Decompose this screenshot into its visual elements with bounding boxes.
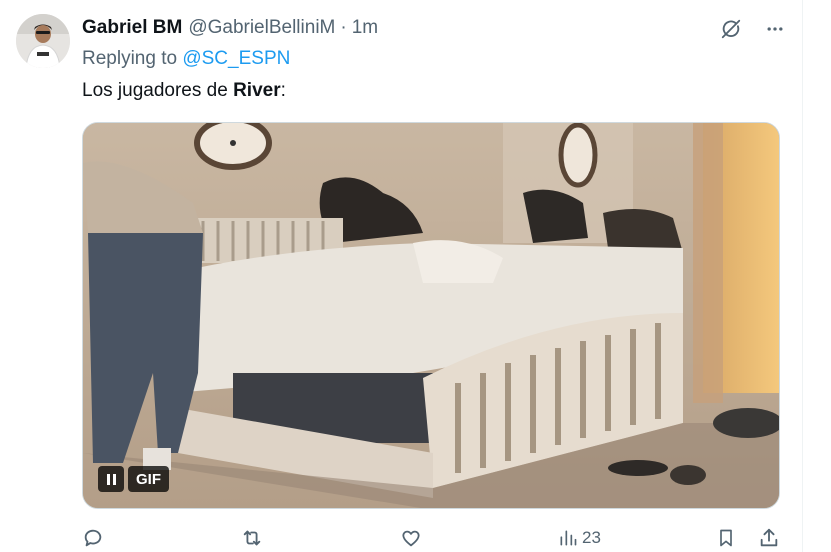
tweet-top-actions	[716, 14, 790, 44]
tweet-text-end: :	[280, 80, 286, 101]
gif-media[interactable]: GIF	[82, 122, 780, 509]
reply-button[interactable]	[82, 527, 104, 549]
replying-to-mention[interactable]: @SC_ESPN	[182, 48, 290, 69]
tweet-text-bold: River	[233, 80, 281, 101]
views-icon	[560, 530, 577, 546]
timestamp[interactable]: 1m	[352, 17, 378, 39]
replying-to: Replying to @SC_ESPN	[82, 48, 290, 70]
avatar-image	[16, 14, 70, 68]
share-icon	[760, 528, 778, 547]
reply-icon	[84, 529, 102, 547]
gif-frame	[83, 123, 779, 508]
grok-icon[interactable]	[716, 14, 746, 44]
like-button[interactable]	[400, 527, 422, 549]
more-icon[interactable]	[760, 14, 790, 44]
replying-to-prefix: Replying to	[82, 48, 183, 69]
wall-clock-left	[194, 123, 272, 170]
like-icon	[402, 530, 420, 547]
bookmark-icon	[720, 529, 732, 547]
tweet-action-bar: 23	[82, 527, 782, 552]
gif-badge: GIF	[128, 466, 169, 492]
tweet-header: Gabriel BM @GabrielBelliniM · 1m	[82, 16, 378, 40]
views-button[interactable]: 23	[558, 527, 601, 549]
column-divider	[802, 0, 803, 552]
views-count: 23	[582, 528, 601, 547]
share-button[interactable]	[758, 527, 780, 549]
wall-clock-right	[558, 123, 598, 188]
tweet-text-start: Los jugadores de	[82, 80, 234, 101]
bookmark-button[interactable]	[716, 527, 736, 549]
avatar[interactable]	[16, 14, 70, 68]
retweet-button[interactable]	[240, 527, 264, 549]
separator-dot: ·	[340, 17, 347, 38]
retweet-icon	[243, 530, 261, 546]
user-handle[interactable]: @GabrielBelliniM	[188, 17, 335, 39]
gif-controls: GIF	[98, 466, 169, 492]
pause-icon[interactable]	[98, 466, 124, 492]
tweet-text: Los jugadores de River:	[82, 80, 286, 102]
display-name[interactable]: Gabriel BM	[82, 17, 182, 39]
